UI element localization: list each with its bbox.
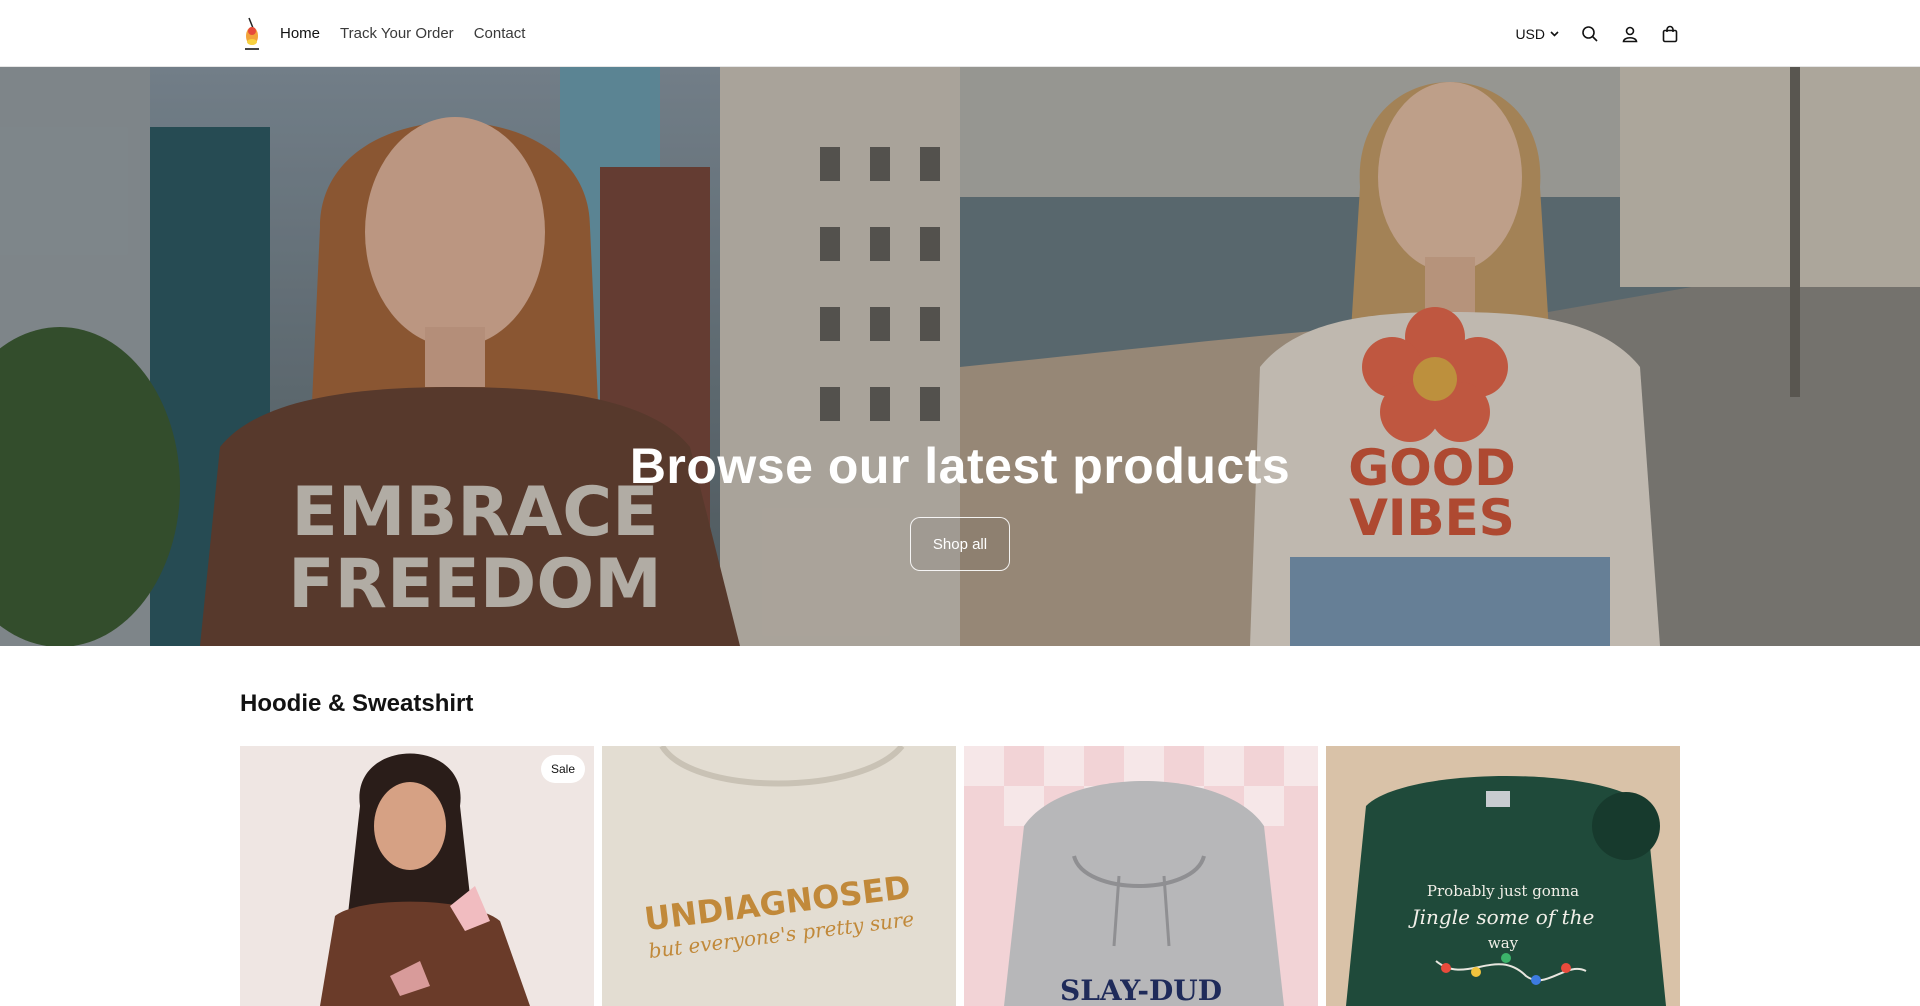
product-card[interactable]: Sale (240, 746, 594, 1006)
product-image-text: SLAY-DUD (1060, 974, 1222, 1006)
product-card[interactable]: Probably just gonna Jingle some of the w… (1326, 746, 1680, 1006)
product-card[interactable]: UNDIAGNOSED but everyone's pretty sure (602, 746, 956, 1006)
product-image-text: Probably just gonna (1427, 882, 1579, 900)
chevron-down-icon (1550, 31, 1559, 37)
product-image-text: way (1488, 934, 1519, 952)
product-image: Probably just gonna Jingle some of the w… (1326, 746, 1680, 1006)
search-icon[interactable] (1580, 24, 1600, 44)
header-inner: Home Track Your Order Contact USD (240, 0, 1680, 67)
nav-home[interactable]: Home (280, 25, 320, 42)
currency-label: USD (1515, 25, 1545, 42)
sale-badge: Sale (540, 755, 585, 783)
header-actions: USD (1515, 24, 1680, 44)
hero-banner: FREEDOM EMBRACE GOOD VIBES Browse our la… (0, 67, 1920, 646)
hero-content: Browse our latest products Shop all (0, 437, 1920, 571)
nav-track-order[interactable]: Track Your Order (340, 25, 454, 42)
main-nav: Home Track Your Order Contact (280, 25, 525, 42)
product-card[interactable]: SLAY-DUD (964, 746, 1318, 1006)
store-logo[interactable] (240, 16, 262, 52)
product-image (240, 746, 594, 1006)
nav-contact[interactable]: Contact (474, 25, 526, 42)
product-image: SLAY-DUD (964, 746, 1318, 1006)
collection-title[interactable]: Hoodie & Sweatshirt (240, 690, 473, 718)
account-icon[interactable] (1620, 24, 1640, 44)
shop-all-button[interactable]: Shop all (910, 517, 1010, 571)
cart-icon[interactable] (1660, 24, 1680, 44)
product-image-text: Jingle some of the (1408, 905, 1595, 929)
product-grid: Sale UNDIAGNOSED but everyone's pretty s… (240, 746, 1680, 1006)
currency-selector[interactable]: USD (1515, 26, 1560, 42)
site-header: Home Track Your Order Contact USD (0, 0, 1920, 67)
product-image: UNDIAGNOSED but everyone's pretty sure (602, 746, 956, 1006)
hero-title: Browse our latest products (629, 438, 1291, 494)
